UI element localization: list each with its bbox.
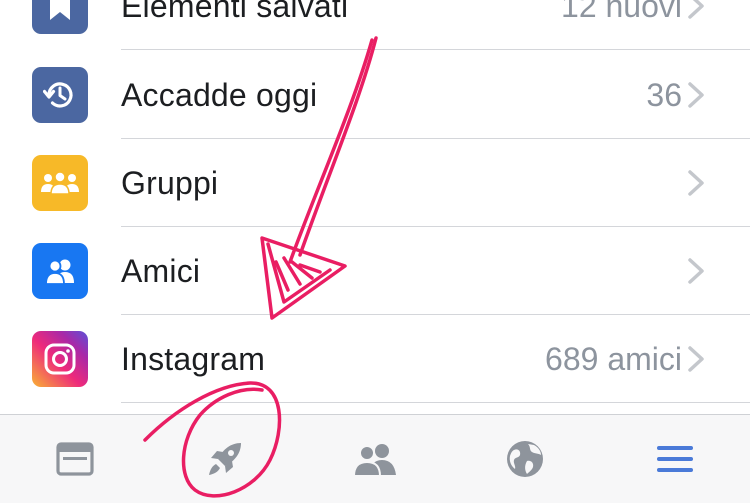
menu-item-detail: 36 — [646, 77, 682, 113]
menu-item-label: Gruppi — [121, 165, 219, 201]
menu-item-detail: 12 nuovi — [561, 0, 682, 24]
tab-explore[interactable] — [150, 415, 300, 503]
tab-news-feed[interactable] — [0, 415, 150, 503]
friends-icon — [32, 243, 88, 299]
tab-friend-requests[interactable] — [300, 415, 450, 503]
bookmark-icon — [32, 0, 88, 34]
menu-icon — [657, 446, 693, 472]
menu-item-detail: 689 amici — [545, 341, 682, 377]
chevron-right-icon — [688, 258, 704, 284]
news-feed-icon — [56, 442, 94, 476]
chevron-right-icon — [688, 0, 704, 19]
tab-notifications[interactable] — [450, 415, 600, 503]
menu-item-label: Amici — [121, 253, 201, 289]
divider — [121, 49, 750, 50]
chevron-right-icon — [688, 82, 704, 108]
groups-icon — [32, 155, 88, 211]
chevron-right-icon — [688, 170, 704, 196]
friend-requests-icon — [352, 444, 396, 476]
menu-item-label: Accadde oggi — [121, 77, 318, 113]
tab-menu[interactable] — [600, 415, 750, 503]
globe-icon — [507, 441, 543, 477]
menu-item-saved[interactable]: Elementi salvati 12 nuovi — [0, 0, 750, 50]
history-clock-icon — [32, 67, 88, 123]
menu-item-label: Elementi salvati — [121, 0, 349, 24]
menu-list: Elementi salvati 12 nuovi Accadde oggi 3… — [0, 0, 750, 414]
rocket-icon — [209, 443, 241, 475]
chevron-right-icon — [688, 346, 704, 372]
menu-item-label: Instagram — [121, 341, 266, 377]
menu-item-on-this-day[interactable]: Accadde oggi 36 — [0, 51, 750, 139]
instagram-icon — [32, 331, 88, 387]
menu-item-instagram[interactable]: Instagram 689 amici — [0, 315, 750, 403]
tab-bar — [0, 414, 750, 503]
menu-item-groups[interactable]: Gruppi — [0, 139, 750, 227]
divider — [121, 402, 750, 403]
menu-item-friends[interactable]: Amici — [0, 227, 750, 315]
